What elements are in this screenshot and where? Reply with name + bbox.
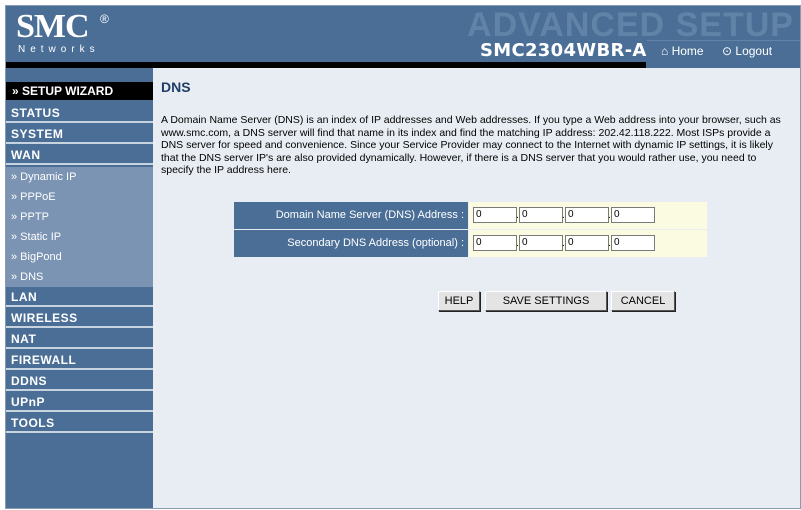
- page-title: DNS: [161, 79, 191, 95]
- page-description: A Domain Name Server (DNS) is an index o…: [161, 114, 781, 176]
- header-bar: SMC ® Networks ADVANCED SETUP SMC2304WBR…: [6, 6, 800, 69]
- dns-primary-octet-2[interactable]: 0: [519, 207, 563, 223]
- sidebar-subitem-dns[interactable]: » DNS: [6, 267, 153, 287]
- dns-primary-inputs: 0 . 0 . 0 . 0: [469, 202, 707, 229]
- save-settings-button[interactable]: SAVE SETTINGS: [485, 291, 607, 311]
- cancel-button[interactable]: CANCEL: [611, 291, 675, 311]
- sidebar-item-status[interactable]: STATUS: [6, 104, 153, 123]
- dns-secondary-octet-3[interactable]: 0: [565, 235, 609, 251]
- smc-logo: SMC ® Networks: [16, 8, 156, 64]
- main-content: DNS A Domain Name Server (DNS) is an ind…: [154, 68, 800, 508]
- logout-label: Logout: [735, 44, 773, 58]
- sidebar-subitem-bigpond[interactable]: » BigPond: [6, 247, 153, 267]
- sidebar-subitem-static-ip[interactable]: » Static IP: [6, 227, 153, 247]
- dns-secondary-octet-4[interactable]: 0: [611, 235, 655, 251]
- sidebar-subitem-dynamic-ip[interactable]: » Dynamic IP: [6, 167, 153, 187]
- logo-registered-mark: ®: [100, 12, 109, 26]
- nav-links-tab: ⌂ Home ⊙ Logout: [647, 40, 800, 69]
- sidebar-item-wan[interactable]: WAN: [6, 146, 153, 165]
- help-button[interactable]: HELP: [438, 291, 480, 311]
- home-link[interactable]: ⌂ Home: [661, 44, 704, 58]
- sidebar-item-firewall[interactable]: FIREWALL: [6, 351, 153, 370]
- sidebar-item-tools[interactable]: TOOLS: [6, 414, 153, 433]
- logo-text: SMC: [16, 8, 90, 45]
- sidebar: » SETUP WIZARD STATUS SYSTEM WAN » Dynam…: [6, 68, 153, 508]
- sidebar-item-system[interactable]: SYSTEM: [6, 125, 153, 144]
- sidebar-item-wireless[interactable]: WIRELESS: [6, 309, 153, 328]
- dns-secondary-row: Secondary DNS Address (optional) : 0 . 0…: [234, 230, 707, 257]
- logo-subtitle: Networks: [18, 44, 100, 55]
- router-admin-window: SMC ® Networks ADVANCED SETUP SMC2304WBR…: [5, 5, 801, 509]
- home-icon: ⌂: [661, 44, 669, 58]
- dns-primary-octet-1[interactable]: 0: [473, 207, 517, 223]
- sidebar-item-upnp[interactable]: UPnP: [6, 393, 153, 412]
- dns-primary-octet-4[interactable]: 0: [611, 207, 655, 223]
- dns-secondary-octet-1[interactable]: 0: [473, 235, 517, 251]
- sidebar-item-setup-wizard[interactable]: » SETUP WIZARD: [6, 82, 153, 100]
- home-label: Home: [671, 44, 704, 58]
- model-name: SMC2304WBR-AG: [480, 40, 662, 61]
- sidebar-subitem-pptp[interactable]: » PPTP: [6, 207, 153, 227]
- sidebar-item-lan[interactable]: LAN: [6, 288, 153, 307]
- dns-primary-octet-3[interactable]: 0: [565, 207, 609, 223]
- dns-secondary-label: Secondary DNS Address (optional) :: [234, 230, 468, 257]
- logout-icon: ⊙: [722, 44, 733, 58]
- dns-secondary-inputs: 0 . 0 . 0 . 0: [469, 230, 707, 257]
- dns-primary-row: Domain Name Server (DNS) Address : 0 . 0…: [234, 202, 707, 229]
- sidebar-item-ddns[interactable]: DDNS: [6, 372, 153, 391]
- sidebar-subitem-pppoe[interactable]: » PPPoE: [6, 187, 153, 207]
- dns-settings-table: Domain Name Server (DNS) Address : 0 . 0…: [234, 202, 707, 258]
- dns-secondary-octet-2[interactable]: 0: [519, 235, 563, 251]
- dns-primary-label: Domain Name Server (DNS) Address :: [234, 202, 468, 229]
- sidebar-item-nat[interactable]: NAT: [6, 330, 153, 349]
- logout-link[interactable]: ⊙ Logout: [722, 44, 772, 58]
